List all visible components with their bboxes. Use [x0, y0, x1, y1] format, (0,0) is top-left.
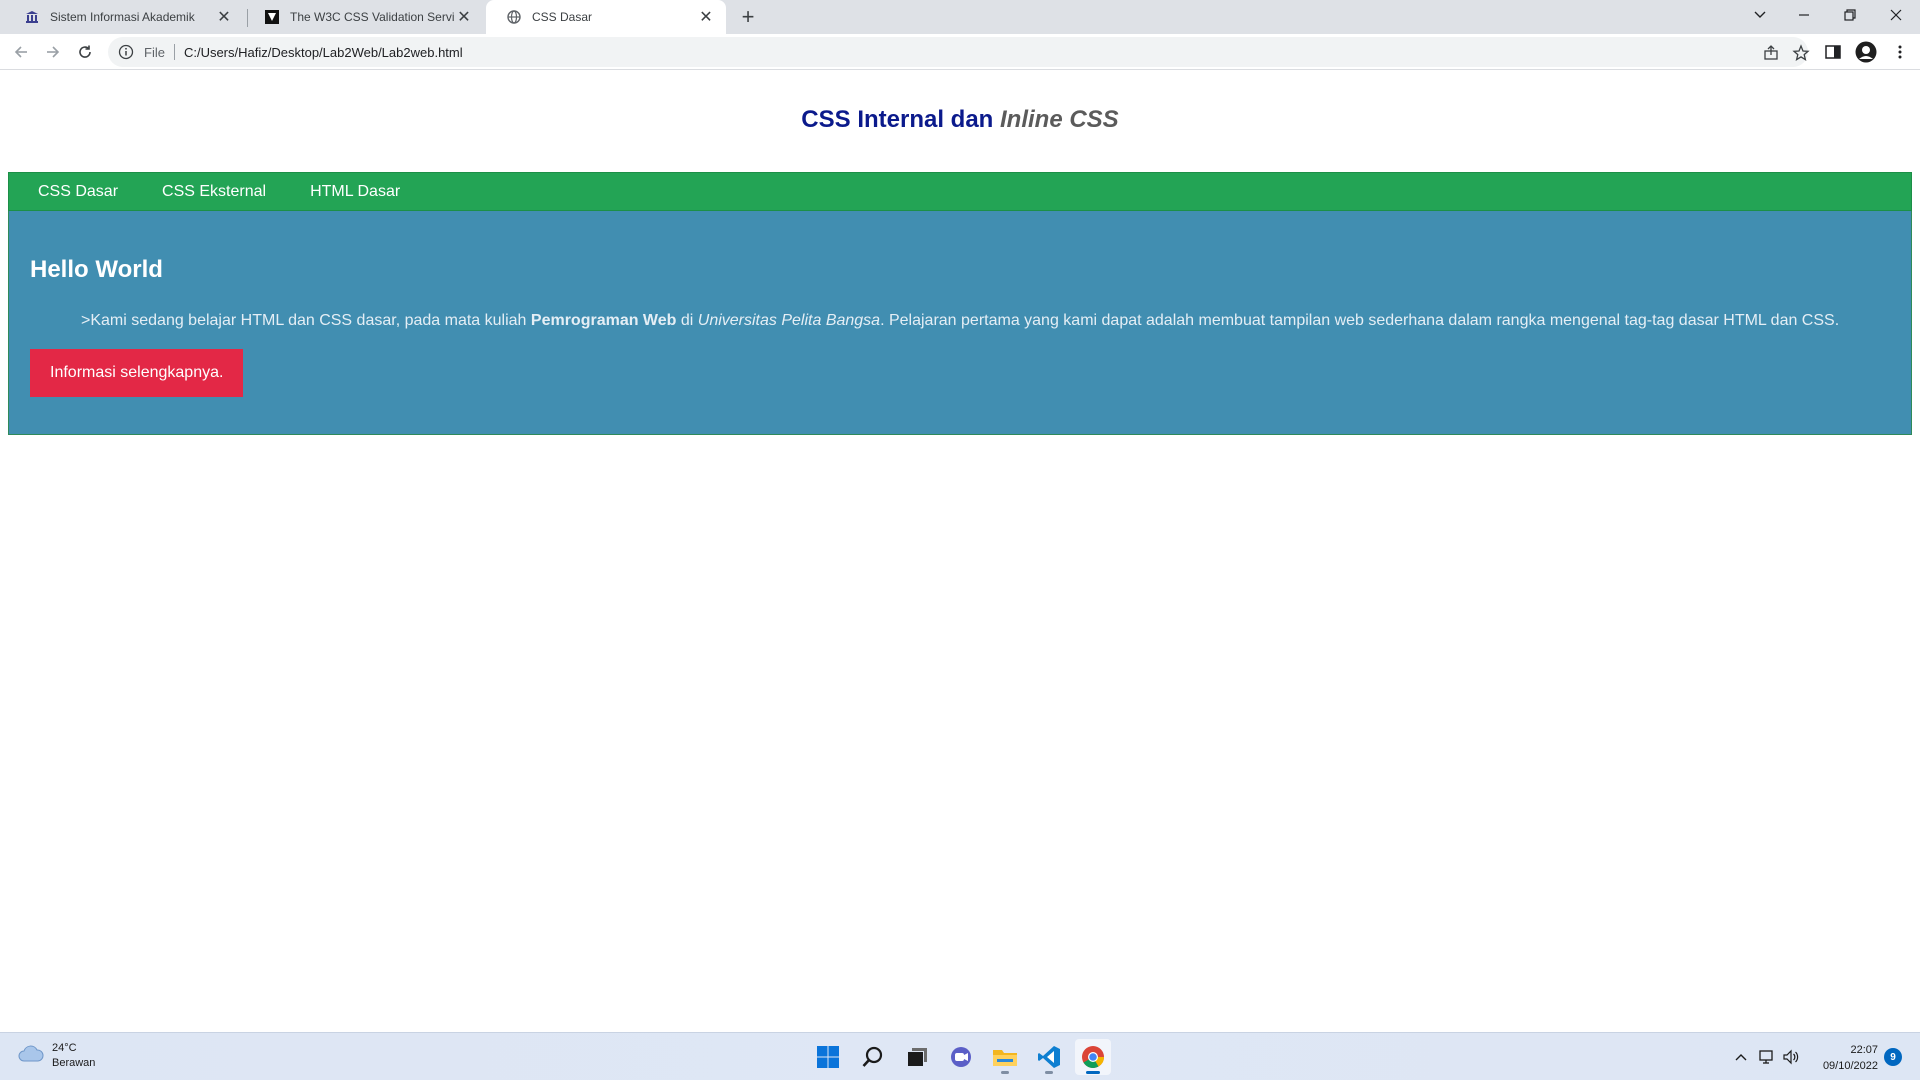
weather-widget[interactable]: 24°C Berawan — [18, 1041, 95, 1071]
hero-paragraph: >Kami sedang belajar HTML dan CSS dasar,… — [81, 310, 1890, 332]
close-window-button[interactable] — [1876, 0, 1916, 30]
network-icon[interactable] — [1757, 1047, 1777, 1067]
tab-strip: Sistem Informasi Akademik ✕ The W3C CSS … — [0, 0, 1920, 34]
page-title-emphasis: Inline CSS — [1000, 106, 1119, 133]
nav-link-css-dasar[interactable]: CSS Dasar — [38, 183, 118, 201]
hero-text-part: . Pelajaran pertama yang kami dapat adal… — [880, 312, 1840, 329]
cloud-icon — [18, 1045, 44, 1068]
vscode-icon[interactable] — [1031, 1039, 1067, 1075]
chrome-icon[interactable] — [1075, 1039, 1111, 1075]
file-explorer-icon[interactable] — [987, 1039, 1023, 1075]
weather-condition: Berawan — [52, 1057, 96, 1069]
tab-sistem-informasi[interactable]: Sistem Informasi Akademik ✕ — [4, 0, 244, 34]
teams-chat-icon[interactable] — [943, 1039, 979, 1075]
page-header: CSS Internal dan Inline CSS — [0, 106, 1920, 134]
url-scheme-label: File — [144, 44, 165, 60]
url-text[interactable]: C:/Users/Hafiz/Desktop/Lab2Web/Lab2web.h… — [184, 45, 463, 60]
close-icon[interactable]: ✕ — [214, 7, 234, 27]
tab-css-dasar[interactable]: CSS Dasar ✕ — [486, 0, 726, 34]
university-icon — [24, 9, 40, 25]
site-navbar: CSS Dasar CSS Eksternal HTML Dasar — [8, 172, 1912, 211]
back-button[interactable] — [9, 40, 33, 64]
system-clock[interactable]: 22:07 09/10/2022 — [1808, 1042, 1878, 1074]
web-page: CSS Internal dan Inline CSS CSS Dasar CS… — [0, 71, 1920, 1032]
nav-link-css-eksternal[interactable]: CSS Eksternal — [162, 183, 266, 201]
forward-button[interactable] — [41, 40, 65, 64]
hero-text-bold: Pemrograman Web — [530, 312, 677, 329]
windows-taskbar: 24°C Berawan 22:07 09/10/2022 9 — [0, 1032, 1920, 1080]
hero-text-part: di — [676, 312, 698, 329]
tab-search-button[interactable] — [1740, 0, 1780, 30]
content-wrapper: CSS Dasar CSS Eksternal HTML Dasar Hello… — [8, 172, 1912, 435]
address-bar[interactable]: File C:/Users/Hafiz/Desktop/Lab2Web/Lab2… — [108, 37, 1810, 67]
minimize-button[interactable] — [1784, 0, 1824, 30]
running-indicator — [1045, 1071, 1053, 1074]
side-panel-icon[interactable] — [1824, 43, 1842, 61]
weather-temperature: 24°C — [52, 1042, 77, 1054]
reload-button[interactable] — [73, 40, 97, 64]
tab-title: Sistem Informasi Akademik — [50, 10, 195, 24]
windows-start-icon[interactable] — [810, 1039, 846, 1075]
tab-title: The W3C CSS Validation Service — [290, 10, 454, 24]
hero-text-italic: Universitas Pelita Bangsa — [697, 312, 881, 329]
hero-section: Hello World >Kami sedang belajar HTML da… — [8, 211, 1912, 435]
bookmark-star-icon[interactable] — [1792, 44, 1810, 62]
nav-link-html-dasar[interactable]: HTML Dasar — [310, 183, 400, 201]
close-icon[interactable]: ✕ — [454, 7, 474, 27]
chevron-up-icon[interactable] — [1731, 1047, 1751, 1067]
clock-date: 09/10/2022 — [1822, 1060, 1878, 1072]
running-indicator — [1086, 1071, 1100, 1074]
more-info-button[interactable]: Informasi selengkapnya. — [30, 349, 244, 397]
running-indicator — [1001, 1071, 1009, 1074]
profile-avatar[interactable] — [1855, 41, 1877, 63]
hero-text-part: >Kami sedang belajar HTML dan CSS dasar,… — [81, 312, 531, 329]
notification-badge[interactable]: 9 — [1884, 1048, 1902, 1066]
omnibox-divider — [173, 44, 175, 60]
clock-time: 22:07 — [1850, 1044, 1878, 1056]
volume-icon[interactable] — [1781, 1047, 1801, 1067]
close-icon[interactable]: ✕ — [696, 7, 716, 27]
page-title-prefix: CSS Internal dan — [801, 106, 1000, 133]
tab-title: CSS Dasar — [532, 10, 593, 24]
search-icon[interactable] — [855, 1039, 891, 1075]
task-view-icon[interactable] — [899, 1039, 935, 1075]
restore-button[interactable] — [1830, 0, 1870, 30]
globe-icon — [506, 9, 522, 25]
site-info-icon[interactable] — [118, 44, 134, 60]
kebab-menu-icon[interactable] — [1891, 43, 1909, 61]
share-icon[interactable] — [1762, 44, 1780, 62]
page-title: CSS Internal dan Inline CSS — [0, 106, 1920, 134]
w3c-icon — [264, 9, 280, 25]
hero-heading: Hello World — [30, 256, 163, 283]
browser-toolbar: File C:/Users/Hafiz/Desktop/Lab2Web/Lab2… — [0, 34, 1920, 70]
tab-w3c-validator[interactable]: The W3C CSS Validation Service ✕ — [244, 0, 484, 34]
new-tab-button[interactable]: + — [736, 4, 760, 29]
